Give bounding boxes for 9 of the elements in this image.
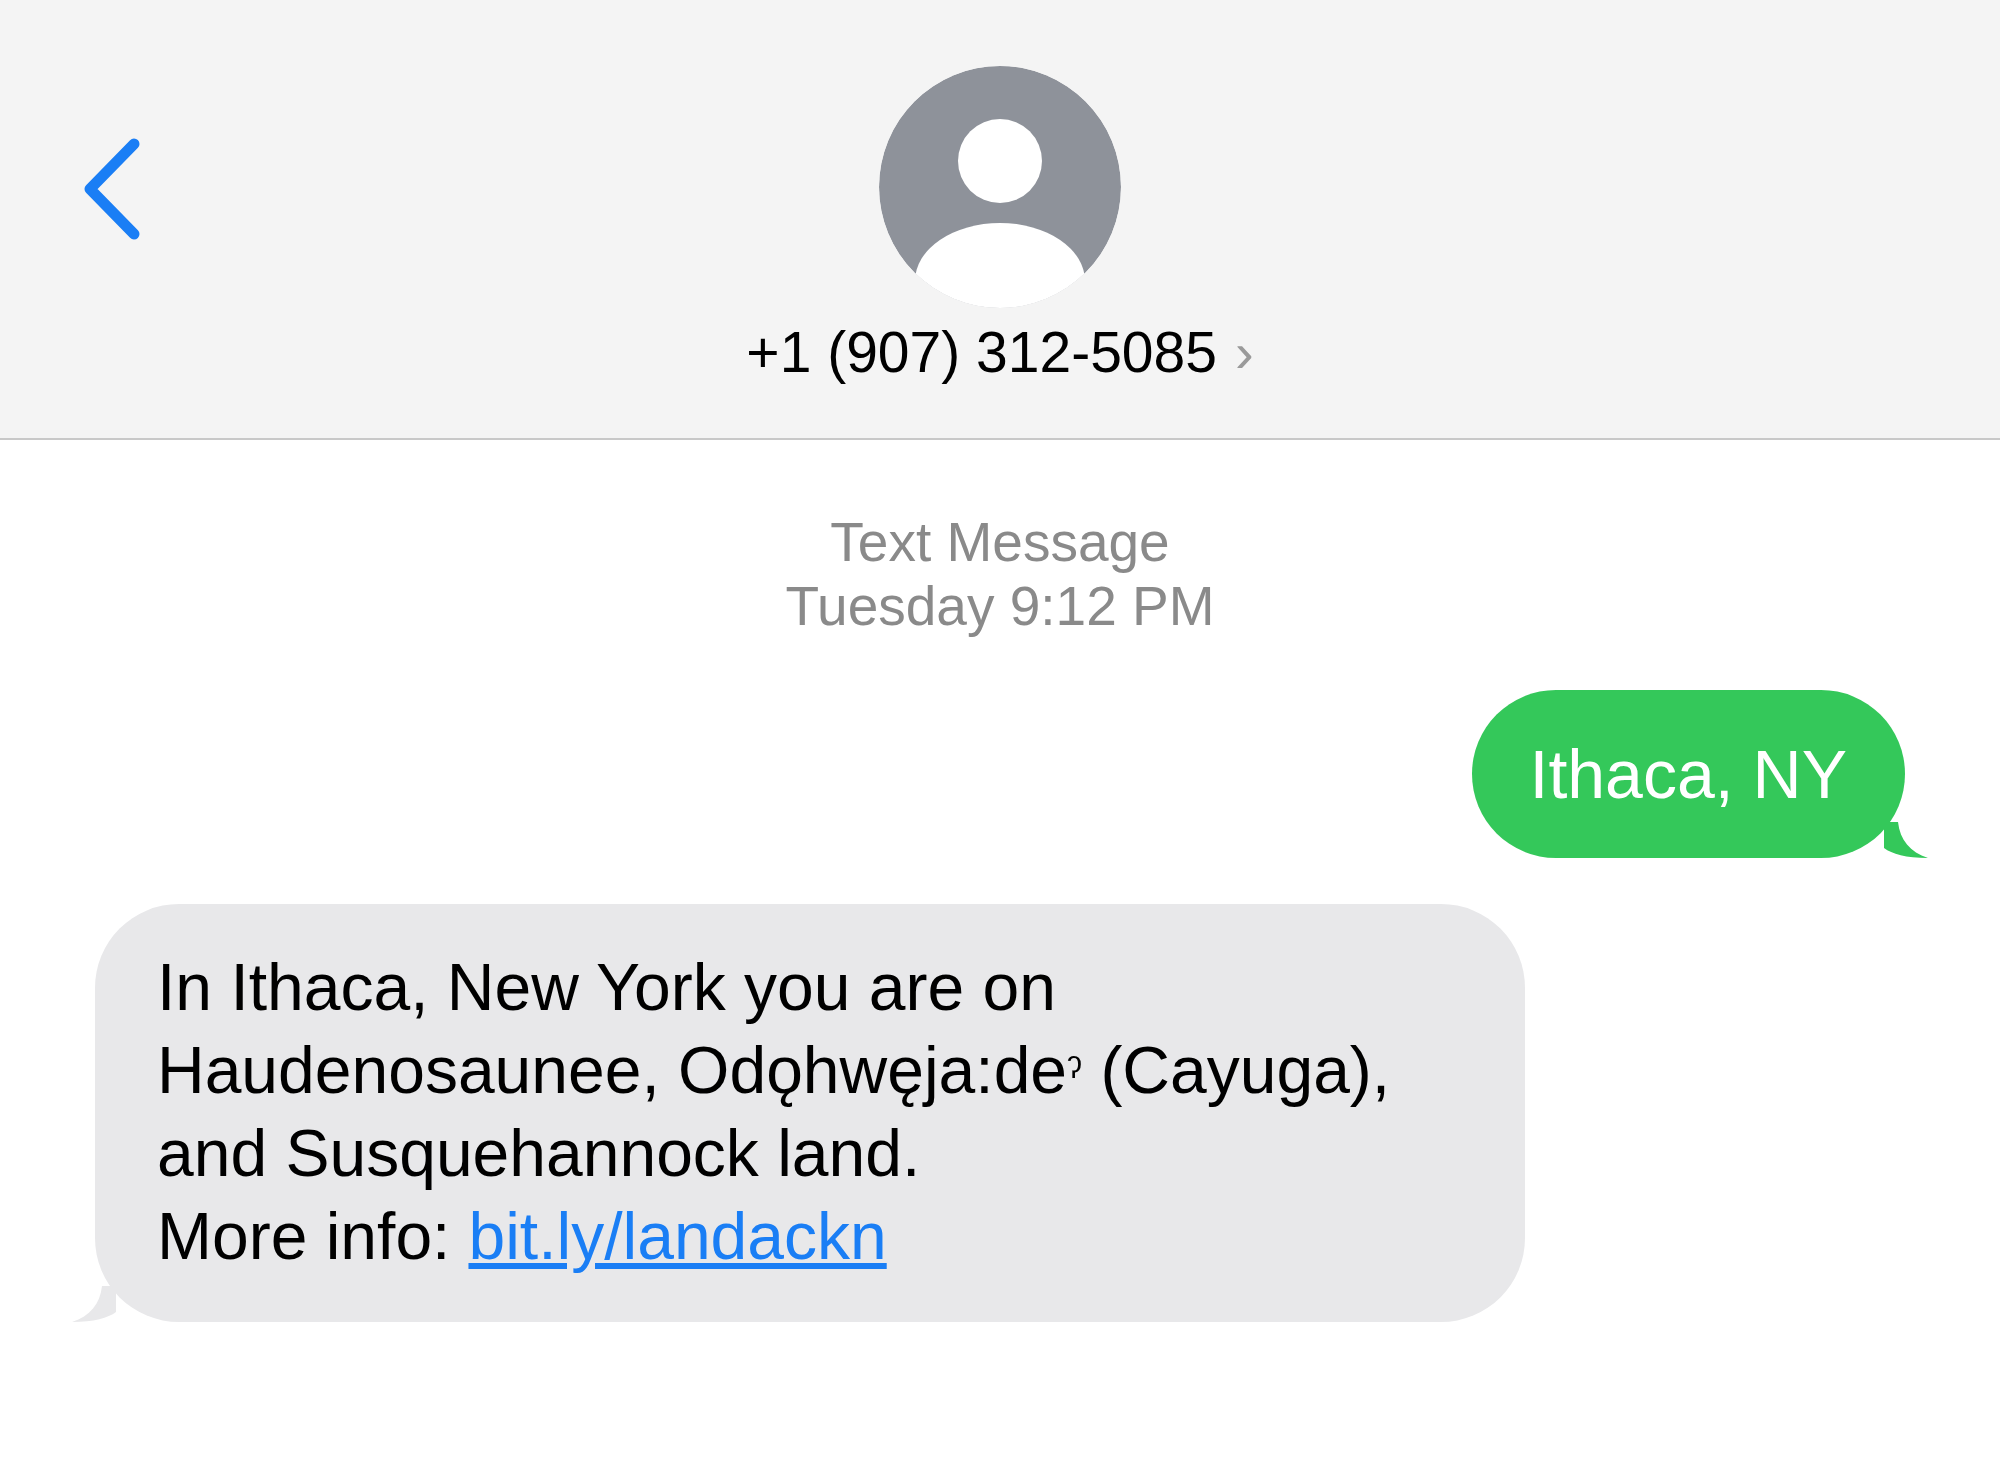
message-link[interactable]: bit.ly/landackn xyxy=(468,1195,887,1278)
message-text: In Ithaca, New York you are on Haudenosaunee, Odǫhwęja:de$^{ʔ}$ (Cayuga), and Susquehannock land. xyxy=(157,949,1392,1192)
bubble-tail xyxy=(1884,822,1928,858)
avatar-icon[interactable] xyxy=(879,66,1121,308)
timestamp: Tuesday 9:12 PM xyxy=(785,574,1215,638)
sent-message-bubble: Ithaca, NY xyxy=(1471,690,1905,858)
chevron-icon[interactable]: › xyxy=(1235,324,1254,381)
more-info-label: More info: xyxy=(157,1198,451,1275)
service-label: Text Message xyxy=(830,510,1170,574)
